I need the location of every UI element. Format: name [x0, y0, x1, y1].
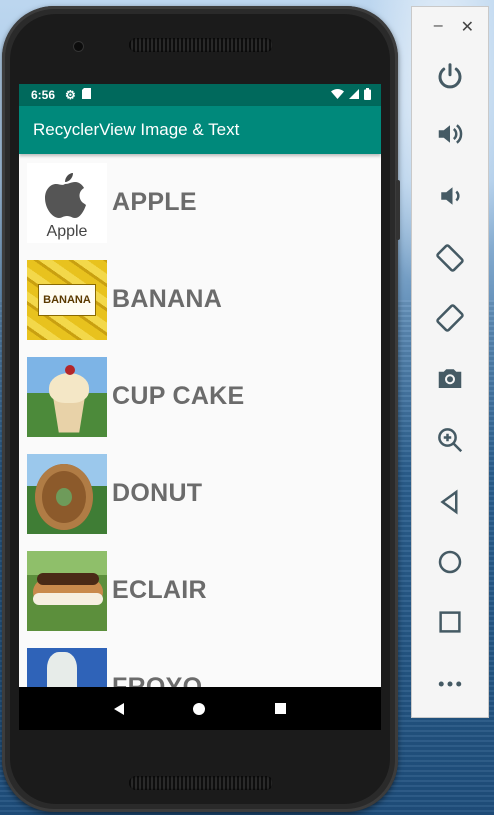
emulator-toolbar: – ✕	[411, 6, 489, 718]
list-item[interactable]: Apple APPLE	[19, 154, 381, 251]
power-button[interactable]	[431, 57, 469, 95]
zoom-in-icon	[438, 428, 463, 453]
wifi-icon	[331, 88, 344, 102]
apple-image: Apple	[27, 162, 107, 243]
camera-icon	[438, 369, 462, 388]
apple-image-caption: Apple	[46, 222, 88, 240]
toolbar-window-controls: – ✕	[412, 7, 488, 37]
rotate-left-button[interactable]	[431, 239, 469, 277]
overview-button[interactable]	[431, 603, 469, 641]
cupcake-image	[27, 356, 107, 437]
device-screen: 6:56 ⚙ RecyclerView Image & Text Apple A…	[19, 84, 381, 730]
back-triangle-icon	[440, 489, 458, 515]
cupcake-frosting	[49, 372, 89, 403]
back-button[interactable]	[431, 483, 469, 521]
donut-image	[27, 453, 107, 534]
nav-recents-icon[interactable]	[275, 703, 287, 714]
top-speaker-grille	[129, 38, 273, 52]
banana-image: BANANA	[27, 259, 107, 340]
list-item-label: FROYO	[112, 673, 203, 687]
screenshot-button[interactable]	[431, 359, 469, 397]
donut-statue	[35, 463, 93, 530]
close-icon[interactable]: ✕	[461, 17, 474, 37]
minimize-icon[interactable]: –	[434, 17, 443, 37]
status-time: 6:56	[31, 88, 56, 102]
home-button[interactable]	[431, 543, 469, 581]
banana-image-sign: BANANA	[38, 283, 96, 316]
list-item-label: DONUT	[112, 479, 203, 507]
cupcake-cherry	[65, 364, 75, 375]
more-dots-icon	[438, 681, 462, 687]
rotate-right-icon	[436, 304, 464, 332]
overview-square-icon	[439, 611, 461, 633]
list-item[interactable]: FROYO	[19, 639, 381, 687]
volume-down-button[interactable]	[431, 177, 469, 215]
zoom-button[interactable]	[431, 421, 469, 459]
list-item-label: ECLAIR	[112, 576, 207, 604]
nav-home-icon[interactable]	[193, 702, 206, 715]
volume-up-button[interactable]	[431, 115, 469, 153]
list-item[interactable]: CUP CAKE	[19, 348, 381, 445]
navigation-bar	[19, 687, 381, 730]
list-item[interactable]: BANANA BANANA	[19, 251, 381, 348]
cell-signal-icon	[349, 88, 359, 102]
list-item-label: BANANA	[112, 285, 223, 313]
power-icon	[438, 63, 462, 89]
nav-back-icon[interactable]	[113, 702, 124, 715]
froyo-image	[27, 647, 107, 687]
list-item-label: CUP CAKE	[112, 382, 245, 410]
eclair-cream	[33, 592, 103, 605]
home-circle-icon	[438, 550, 462, 574]
list-item[interactable]: DONUT	[19, 445, 381, 542]
more-button[interactable]	[431, 665, 469, 703]
rotate-right-button[interactable]	[431, 299, 469, 337]
eclair-chocolate	[37, 572, 99, 585]
recycler-list[interactable]: Apple APPLE BANANA BANANA CUP CAKE DONUT	[19, 154, 381, 687]
device-side-button[interactable]	[396, 180, 400, 240]
bottom-speaker-grille	[129, 776, 273, 790]
settings-icon: ⚙	[65, 88, 76, 102]
list-item-label: APPLE	[112, 188, 197, 216]
sd-card-icon	[81, 88, 91, 102]
rotate-left-icon	[436, 244, 464, 272]
status-bar: 6:56 ⚙	[19, 84, 381, 106]
list-item[interactable]: ECLAIR	[19, 542, 381, 639]
battery-icon	[364, 87, 371, 103]
froyo-statue	[47, 651, 77, 687]
eclair-image	[27, 550, 107, 631]
app-bar: RecyclerView Image & Text	[19, 106, 381, 154]
front-camera	[74, 42, 83, 51]
app-title: RecyclerView Image & Text	[33, 120, 240, 139]
apple-logo-icon	[45, 172, 86, 218]
volume-down-icon	[441, 187, 460, 205]
volume-up-icon	[438, 124, 463, 144]
